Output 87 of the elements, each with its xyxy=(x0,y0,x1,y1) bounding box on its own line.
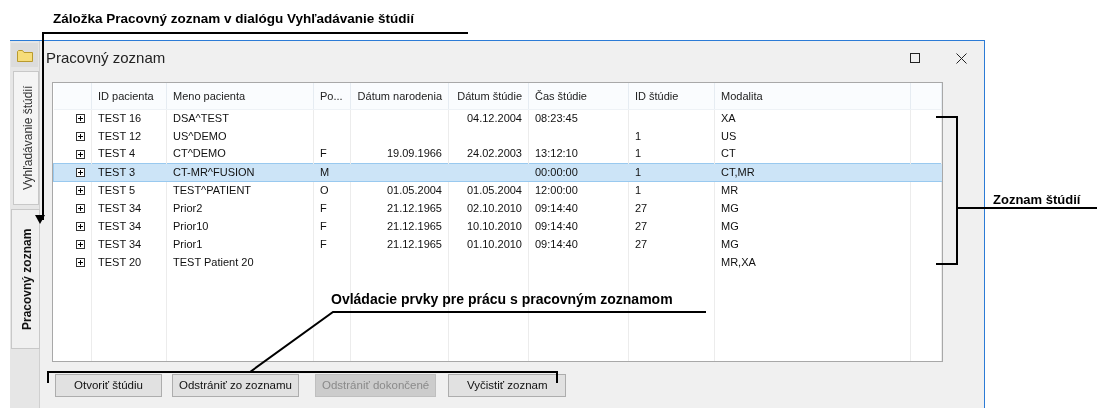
maximize-icon xyxy=(910,53,920,63)
table-cell: TEST Patient 20 xyxy=(166,253,314,271)
table-row[interactable]: TEST 12 US^DEMO 1 US xyxy=(53,127,942,145)
annotation-label: Ovládacie prvky pre prácu s pracovným zoznamom xyxy=(331,292,673,306)
table-cell: M xyxy=(313,163,351,181)
expand-icon[interactable] xyxy=(76,240,85,250)
table-cell: 09:14:40 xyxy=(528,199,629,217)
column-header[interactable]: Čas štúdie xyxy=(528,83,629,109)
table-cell: TEST 34 xyxy=(91,199,167,217)
table-cell: MR,XA xyxy=(714,253,911,271)
table-row[interactable]: TEST 34 Prior10 F 21.12.1965 10.10.2010 09:14:40 27 MG xyxy=(53,217,942,235)
action-button[interactable]: Otvoriť štúdiu xyxy=(55,374,162,397)
table-cell: F xyxy=(313,199,351,217)
table-cell: 09:14:40 xyxy=(528,235,629,253)
annotation-label: Zoznam štúdií xyxy=(993,193,1081,206)
table-row[interactable]: TEST 34 Prior1 F 21.12.1965 01.10.2010 09:14:40 27 MG xyxy=(53,235,942,253)
table-cell: TEST 20 xyxy=(91,253,167,271)
close-icon xyxy=(955,52,967,64)
table-cell: MR xyxy=(714,181,911,199)
table-row[interactable]: TEST 34 Prior2 F 21.12.1965 02.10.2010 09:14:40 27 MG xyxy=(53,199,942,217)
expand-icon[interactable] xyxy=(76,204,85,214)
expand-icon[interactable] xyxy=(76,222,85,232)
table-cell: 21.12.1965 xyxy=(350,217,449,235)
expand-icon[interactable] xyxy=(76,114,85,124)
table-row[interactable]: TEST 20 TEST Patient 20 MR,XA xyxy=(53,253,942,271)
table-cell: MG xyxy=(714,199,911,217)
column-header[interactable]: Dátum narodenia xyxy=(350,83,449,109)
table-cell: US xyxy=(714,127,911,145)
table-cell: MG xyxy=(714,235,911,253)
column-header[interactable]: Meno pacienta xyxy=(166,83,314,109)
table-cell: TEST 5 xyxy=(91,181,167,199)
table-cell: 00:00:00 xyxy=(528,163,629,181)
table-cell: CT,MR xyxy=(714,163,911,181)
table-cell: 10.10.2010 xyxy=(448,217,529,235)
table-cell: TEST 3 xyxy=(91,163,167,181)
tab[interactable]: Pracovný zoznam xyxy=(11,209,40,349)
column-header[interactable]: Modalita xyxy=(714,83,911,109)
tab[interactable]: Vyhľadávanie štúdií xyxy=(13,71,39,205)
expand-icon[interactable] xyxy=(76,132,85,142)
expand-icon[interactable] xyxy=(76,258,85,268)
column-header[interactable]: ID pacienta xyxy=(91,83,167,109)
expand-icon[interactable] xyxy=(76,168,85,178)
table-cell: 1 xyxy=(628,181,715,199)
annotation-label: Záložka Pracovný zoznam v dialógu Vyhľadávanie štúdií xyxy=(53,12,415,26)
table-cell: 27 xyxy=(628,199,715,217)
table-cell: Prior10 xyxy=(166,217,314,235)
table-row[interactable]: TEST 5 TEST^PATIENT O 01.05.2004 01.05.2004 12:00:00 1 MR xyxy=(53,181,942,199)
table-cell: 12:00:00 xyxy=(528,181,629,199)
table-cell: TEST 34 xyxy=(91,217,167,235)
table-cell: F xyxy=(313,235,351,253)
table-cell: 01.10.2010 xyxy=(448,235,529,253)
table-row[interactable]: TEST 3 CT-MR^FUSION M 00:00:00 1 CT,MR xyxy=(53,163,942,181)
table-cell: 27 xyxy=(628,217,715,235)
table-cell: Prior2 xyxy=(166,199,314,217)
column-header[interactable]: Po... xyxy=(313,83,351,109)
table-cell: TEST 16 xyxy=(91,109,167,127)
table-cell: 1 xyxy=(628,163,715,181)
table-cell: 01.05.2004 xyxy=(350,181,449,199)
table-cell: 08:23:45 xyxy=(528,109,629,127)
table-cell: TEST 12 xyxy=(91,127,167,145)
column-header[interactable]: ID štúdie xyxy=(628,83,715,109)
expand-icon[interactable] xyxy=(76,149,85,159)
folder-icon xyxy=(16,48,33,62)
table-cell: F xyxy=(313,217,351,235)
column-header[interactable]: Dátum štúdie xyxy=(448,83,529,109)
action-button[interactable]: Odstrániť zo zoznamu xyxy=(172,374,299,397)
table-cell: 09:14:40 xyxy=(528,217,629,235)
table-cell: TEST 34 xyxy=(91,235,167,253)
action-button[interactable]: Vyčistiť zoznam xyxy=(448,374,567,397)
table-cell: MG xyxy=(714,217,911,235)
table-cell: DSA^TEST xyxy=(166,109,314,127)
table-cell: 02.10.2010 xyxy=(448,199,529,217)
table-cell: CT-MR^FUSION xyxy=(166,163,314,181)
table-cell: 21.12.1965 xyxy=(350,235,449,253)
window-title: Pracovný zoznam xyxy=(46,47,167,68)
table-cell: 21.12.1965 xyxy=(350,199,449,217)
table-cell: 1 xyxy=(628,127,715,145)
table-cell: 01.05.2004 xyxy=(448,181,529,199)
table-cell: Prior1 xyxy=(166,235,314,253)
table-cell: TEST^PATIENT xyxy=(166,181,314,199)
table-row[interactable]: TEST 16 DSA^TEST 04.12.2004 08:23:45 XA xyxy=(53,109,942,127)
table-cell: 04.12.2004 xyxy=(448,109,529,127)
table-cell: O xyxy=(313,181,351,199)
table-cell: XA xyxy=(714,109,911,127)
table-cell: 27 xyxy=(628,235,715,253)
table-cell: US^DEMO xyxy=(166,127,314,145)
expand-icon[interactable] xyxy=(76,186,85,196)
